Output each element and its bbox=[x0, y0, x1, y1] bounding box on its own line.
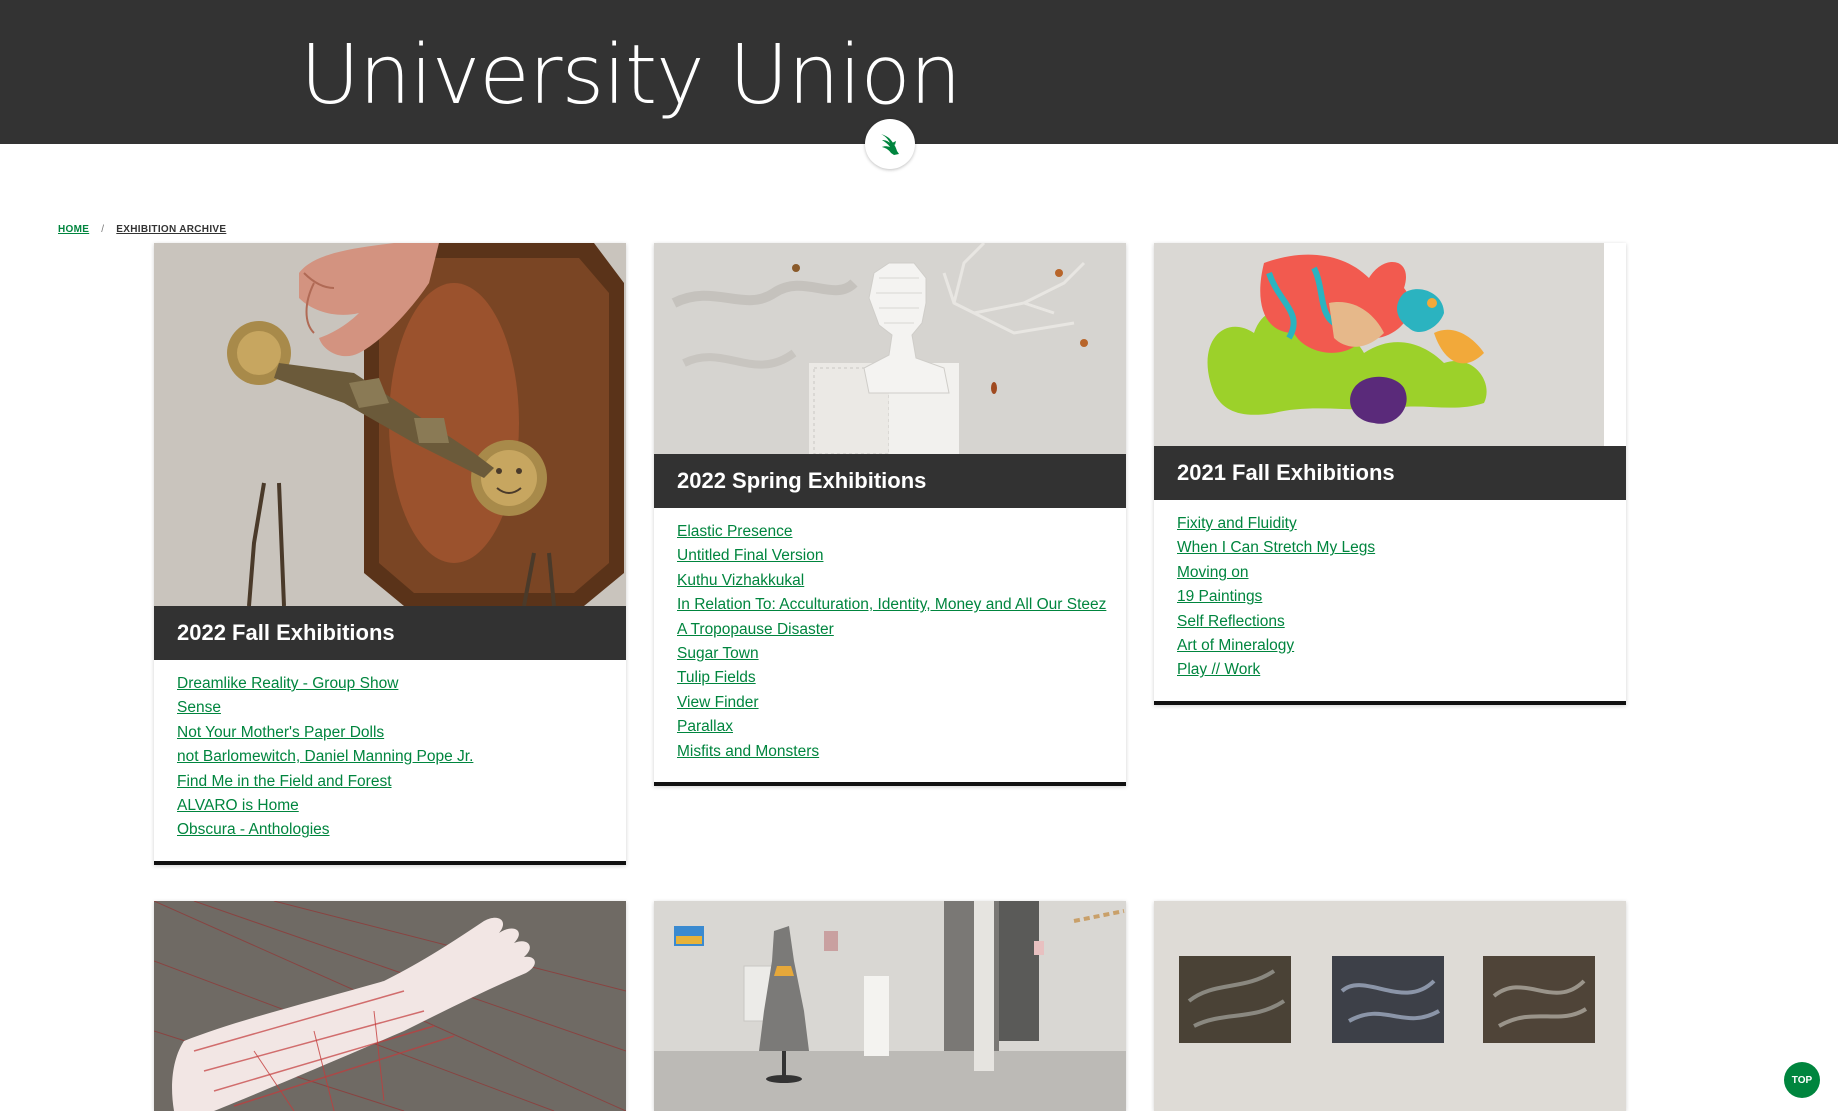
exhibition-card-2022-spring: 2022 Spring Exhibitions Elastic Presence… bbox=[654, 243, 1126, 787]
exhibition-link[interactable]: When I Can Stretch My Legs bbox=[1177, 539, 1375, 556]
exhibition-card-bottom-1 bbox=[154, 901, 626, 1111]
red-thread-hand-sculpture-image[interactable] bbox=[154, 901, 626, 1111]
breadcrumb-home-link[interactable]: HOME bbox=[58, 224, 89, 235]
exhibition-link[interactable]: Art of Mineralogy bbox=[1177, 637, 1294, 654]
list-item: 19 Paintings bbox=[1177, 585, 1604, 609]
list-item: Sugar Town bbox=[677, 642, 1104, 666]
exhibition-link[interactable]: Sense bbox=[177, 699, 221, 716]
exhibition-link[interactable]: ALVARO is Home bbox=[177, 797, 299, 814]
exhibition-link[interactable]: Find Me in the Field and Forest bbox=[177, 773, 392, 790]
card-title: 2022 Spring Exhibitions bbox=[654, 454, 1126, 508]
list-item: Elastic Presence bbox=[677, 520, 1104, 544]
eagle-logo-icon[interactable] bbox=[865, 119, 915, 169]
exhibition-link[interactable]: Sugar Town bbox=[677, 645, 759, 662]
exhibition-link[interactable]: Self Reflections bbox=[1177, 613, 1285, 630]
list-item: In Relation To: Acculturation, Identity,… bbox=[677, 593, 1106, 617]
exhibition-link[interactable]: Dreamlike Reality - Group Show bbox=[177, 675, 398, 692]
exhibition-link[interactable]: Not Your Mother's Paper Dolls bbox=[177, 724, 384, 741]
exhibition-link[interactable]: View Finder bbox=[677, 694, 759, 711]
list-item: Misfits and Monsters bbox=[677, 740, 1104, 764]
list-item: When I Can Stretch My Legs bbox=[1177, 536, 1604, 560]
exhibition-link[interactable]: Play // Work bbox=[1177, 661, 1260, 678]
exhibition-card-bottom-2 bbox=[654, 901, 1126, 1111]
list-item: Kuthu Vizhakkukal bbox=[677, 569, 1104, 593]
exhibition-card-2022-fall: 2022 Fall Exhibitions Dreamlike Reality … bbox=[154, 243, 626, 865]
exhibition-card-2021-fall: 2021 Fall Exhibitions Fixity and Fluidit… bbox=[1154, 243, 1626, 705]
exhibition-link[interactable]: Fixity and Fluidity bbox=[1177, 515, 1297, 532]
list-item: Moving on bbox=[1177, 561, 1604, 585]
list-item: Untitled Final Version bbox=[677, 544, 1104, 568]
exhibition-link[interactable]: Obscura - Anthologies bbox=[177, 821, 330, 838]
exhibition-card-bottom-3 bbox=[1154, 901, 1626, 1111]
card-title: 2021 Fall Exhibitions bbox=[1154, 446, 1626, 500]
back-to-top-button[interactable]: TOP bbox=[1784, 1062, 1820, 1098]
card-title: 2022 Fall Exhibitions bbox=[154, 606, 626, 660]
list-item: Not Your Mother's Paper Dolls bbox=[177, 721, 604, 745]
list-item: Tulip Fields bbox=[677, 666, 1104, 690]
list-item: Sense bbox=[177, 696, 604, 720]
breadcrumb: HOME / EXHIBITION ARCHIVE bbox=[58, 224, 226, 235]
exhibition-link-list: Elastic Presence Untitled Final Version … bbox=[654, 508, 1126, 787]
site-title[interactable]: University Union bbox=[300, 26, 962, 126]
breadcrumb-current-link[interactable]: EXHIBITION ARCHIVE bbox=[116, 224, 226, 235]
exhibition-link[interactable]: Kuthu Vizhakkukal bbox=[677, 572, 804, 589]
gallery-dress-mannequin-image[interactable] bbox=[654, 901, 1126, 1111]
list-item: Art of Mineralogy bbox=[1177, 634, 1604, 658]
list-item: Obscura - Anthologies bbox=[177, 818, 604, 842]
exhibition-link[interactable]: A Tropopause Disaster bbox=[677, 621, 834, 638]
list-item: ALVARO is Home bbox=[177, 794, 604, 818]
exhibition-link[interactable]: Tulip Fields bbox=[677, 669, 756, 686]
list-item: Dreamlike Reality - Group Show bbox=[177, 672, 604, 696]
list-item: not Barlomewitch, Daniel Manning Pope Jr… bbox=[177, 745, 604, 769]
exhibition-link[interactable]: 19 Paintings bbox=[1177, 588, 1262, 605]
list-item: Fixity and Fluidity bbox=[1177, 512, 1604, 536]
site-header: University Union bbox=[0, 0, 1838, 169]
colorful-abstract-shapes-image[interactable] bbox=[1154, 243, 1626, 446]
exhibition-link[interactable]: Misfits and Monsters bbox=[677, 743, 819, 760]
list-item: A Tropopause Disaster bbox=[677, 618, 1104, 642]
pixel-bust-sculpture-image[interactable] bbox=[654, 243, 1126, 454]
exhibition-link[interactable]: Moving on bbox=[1177, 564, 1249, 581]
exhibition-link[interactable]: Parallax bbox=[677, 718, 733, 735]
exhibition-link-list: Fixity and Fluidity When I Can Stretch M… bbox=[1154, 500, 1626, 705]
list-item: Parallax bbox=[677, 715, 1104, 739]
exhibition-link[interactable]: Untitled Final Version bbox=[677, 547, 823, 564]
exhibition-link[interactable]: Elastic Presence bbox=[677, 523, 792, 540]
exhibition-link[interactable]: not Barlomewitch, Daniel Manning Pope Jr… bbox=[177, 748, 473, 765]
breadcrumb-separator: / bbox=[101, 224, 105, 235]
list-item: Play // Work bbox=[1177, 658, 1604, 682]
exhibition-link-list: Dreamlike Reality - Group Show Sense Not… bbox=[154, 660, 626, 865]
list-item: Self Reflections bbox=[1177, 610, 1604, 634]
list-item: Find Me in the Field and Forest bbox=[177, 770, 604, 794]
exhibition-link[interactable]: In Relation To: Acculturation, Identity,… bbox=[677, 596, 1106, 613]
list-item: View Finder bbox=[677, 691, 1104, 715]
three-paintings-wall-image[interactable] bbox=[1154, 901, 1626, 1111]
sculpture-hand-sun-moon-image[interactable] bbox=[154, 243, 626, 606]
